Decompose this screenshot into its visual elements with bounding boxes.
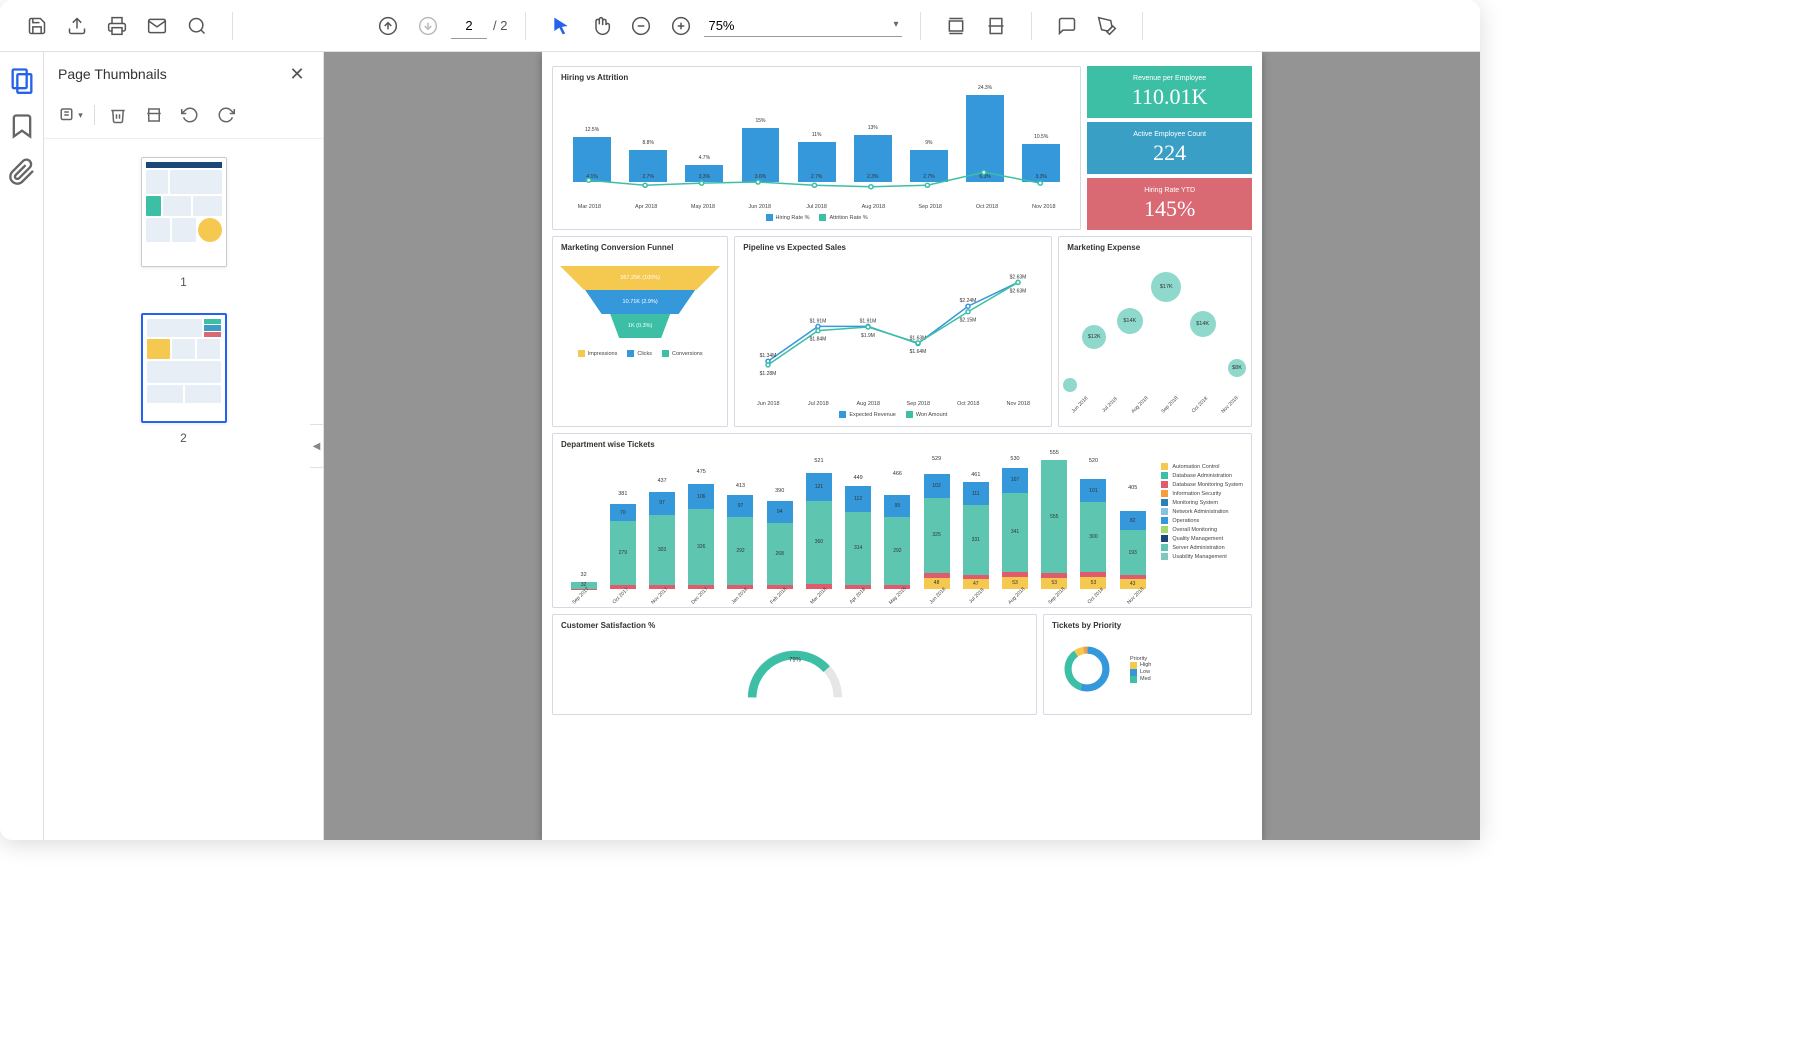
- search-icon[interactable]: [180, 9, 214, 43]
- thumb-options-icon[interactable]: ▾: [58, 102, 84, 128]
- fit-page-icon[interactable]: [979, 9, 1013, 43]
- delete-page-icon[interactable]: [105, 102, 131, 128]
- chart-title: Marketing Expense: [1059, 237, 1251, 258]
- hiring-attrition-chart: 12.5%4.1%8.8%2.7%4.7%3.3%15%3.6%11%2.7%1…: [561, 92, 1072, 182]
- gauge-value: 79%: [788, 657, 801, 663]
- close-icon[interactable]: ✕: [285, 62, 309, 86]
- highlight-icon[interactable]: [1090, 9, 1124, 43]
- svg-text:$2.63M: $2.63M: [1010, 274, 1027, 280]
- svg-text:$1.64M: $1.64M: [910, 349, 927, 355]
- zoom-out-icon[interactable]: [624, 9, 658, 43]
- pointer-icon[interactable]: [544, 9, 578, 43]
- comment-icon[interactable]: [1050, 9, 1084, 43]
- svg-text:$1.34M: $1.34M: [760, 353, 777, 359]
- svg-text:$1.9M: $1.9M: [861, 333, 875, 339]
- collapse-panel-icon[interactable]: ◀: [310, 424, 324, 468]
- thumbnail-label: 1: [180, 275, 187, 289]
- page-content: Hiring vs Attrition 12.5%4.1%8.8%2.7%4.7…: [542, 52, 1262, 840]
- email-icon[interactable]: [140, 9, 174, 43]
- pipeline-chart: $1.34M$1.91M$1.91M$1.63M$2.24M$2.63M$1.2…: [743, 262, 1043, 392]
- svg-text:$1.84M: $1.84M: [810, 337, 827, 343]
- chart-title: Customer Satisfaction %: [553, 615, 1036, 636]
- kpi-value: 110.01K: [1132, 84, 1208, 110]
- marketing-expense-chart: $17K$14K$14K$12K$8K: [1059, 258, 1251, 398]
- thumbnail-page-2[interactable]: 2: [141, 313, 227, 445]
- rotate-cw-icon[interactable]: [213, 102, 239, 128]
- legend-label: Clicks: [637, 351, 652, 357]
- document-viewer[interactable]: Hiring vs Attrition 12.5%4.1%8.8%2.7%4.7…: [324, 52, 1480, 840]
- export-icon[interactable]: [60, 9, 94, 43]
- left-rail: [0, 52, 44, 840]
- fit-width-icon[interactable]: [939, 9, 973, 43]
- zoom-in-icon[interactable]: [664, 9, 698, 43]
- dept-legend: Automation ControlDatabase Administratio…: [1161, 459, 1243, 599]
- zoom-select[interactable]: [704, 15, 902, 37]
- chart-title: Tickets by Priority: [1044, 615, 1251, 636]
- svg-text:$1.91M: $1.91M: [810, 318, 827, 324]
- page-number-input[interactable]: [451, 13, 487, 39]
- svg-text:$2.24M: $2.24M: [960, 298, 977, 304]
- bookmarks-tab-icon[interactable]: [8, 112, 36, 140]
- kpi-hiring: Hiring Rate YTD 145%: [1087, 178, 1252, 230]
- page-total-label: / 2: [493, 18, 507, 33]
- funnel-chart: 367.25K (100%)10.71K (2.9%)1K (0.3%): [553, 258, 727, 346]
- svg-text:$1.91M: $1.91M: [860, 318, 877, 324]
- thumbnail-label: 2: [180, 431, 187, 445]
- kpi-value: 145%: [1144, 196, 1195, 222]
- gauge-chart: 79%: [725, 646, 865, 706]
- kpi-label: Hiring Rate YTD: [1144, 187, 1195, 194]
- dept-tickets-chart: 3232381279704373039747532610641329297390…: [561, 459, 1155, 589]
- attachments-tab-icon[interactable]: [8, 158, 36, 186]
- kpi-label: Active Employee Count: [1133, 131, 1206, 138]
- svg-text:$1.28M: $1.28M: [760, 371, 777, 377]
- legend-label: Expected Revenue: [849, 412, 895, 418]
- svg-text:$2.15M: $2.15M: [960, 318, 977, 324]
- main-toolbar: / 2: [0, 0, 1480, 52]
- thumbnail-panel-title: Page Thumbnails: [58, 66, 167, 82]
- chart-title: Pipeline vs Expected Sales: [735, 237, 1051, 258]
- print-icon[interactable]: [100, 9, 134, 43]
- legend-label: Impressions: [588, 351, 618, 357]
- kpi-label: Revenue per Employee: [1133, 75, 1206, 82]
- chart-title: Department wise Tickets: [553, 434, 1251, 455]
- page-down-icon[interactable]: [411, 9, 445, 43]
- chart-title: Marketing Conversion Funnel: [553, 237, 727, 258]
- kpi-revenue: Revenue per Employee 110.01K: [1087, 66, 1252, 118]
- rotate-ccw-icon[interactable]: [177, 102, 203, 128]
- thumbnail-page-1[interactable]: 1: [141, 157, 227, 289]
- legend-label: Won Amount: [916, 412, 947, 418]
- hand-icon[interactable]: [584, 9, 618, 43]
- insert-page-icon[interactable]: [141, 102, 167, 128]
- thumbnails-tab-icon[interactable]: [8, 66, 36, 94]
- page-up-icon[interactable]: [371, 9, 405, 43]
- svg-text:$2.63M: $2.63M: [1010, 288, 1027, 294]
- legend-label: Attrition Rate %: [829, 215, 867, 221]
- legend-label: Conversions: [672, 351, 703, 357]
- donut-chart: [1052, 644, 1122, 694]
- kpi-value: 224: [1153, 140, 1186, 166]
- kpi-employees: Active Employee Count 224: [1087, 122, 1252, 174]
- chart-title: Hiring vs Attrition: [553, 67, 1080, 88]
- thumbnail-panel: Page Thumbnails ✕ ▾: [44, 52, 324, 840]
- legend-label: Hiring Rate %: [776, 215, 810, 221]
- save-icon[interactable]: [20, 9, 54, 43]
